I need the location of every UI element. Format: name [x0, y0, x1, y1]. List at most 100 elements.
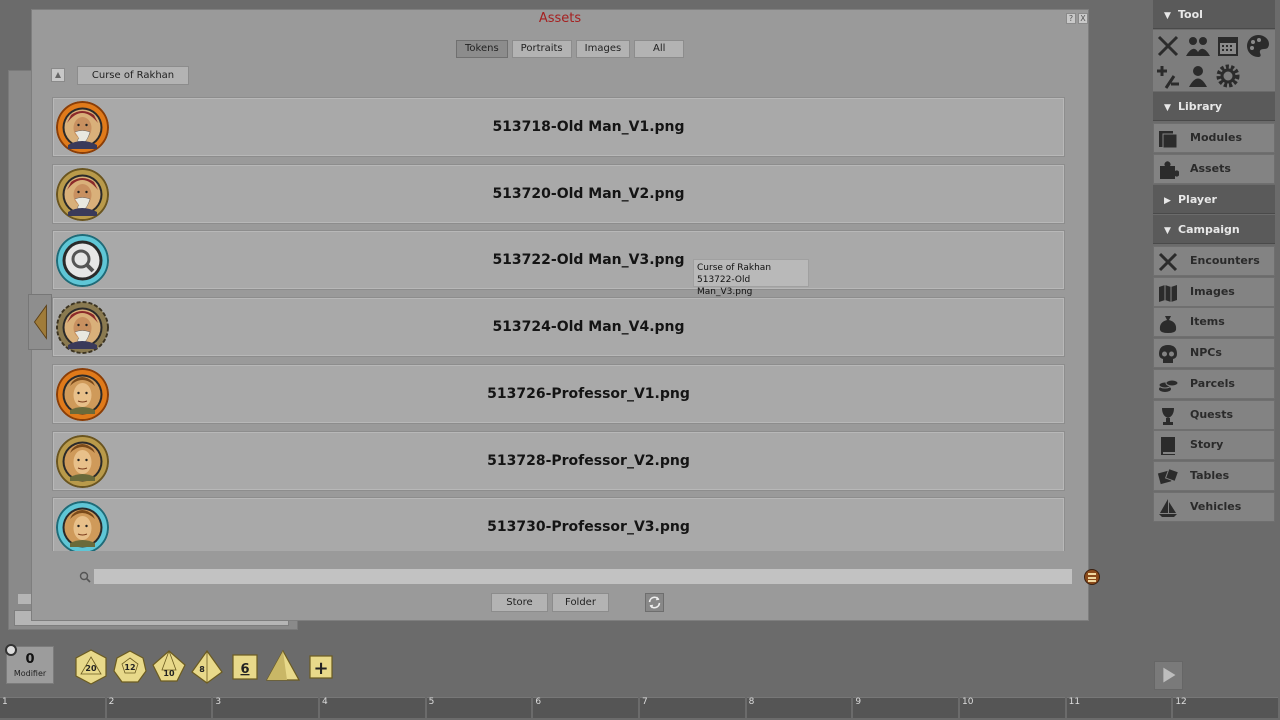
hotkey-number: 4 [322, 697, 328, 707]
gear-icon[interactable] [1214, 62, 1242, 90]
assets-window: Assets ? X Tokens Portraits Images All C… [31, 9, 1100, 621]
sidebar-item-assets[interactable]: Assets [1153, 154, 1275, 184]
sidebar-item-items[interactable]: Items [1153, 307, 1275, 338]
folder-button[interactable]: Folder [552, 593, 609, 612]
hotkey-slot[interactable]: 4 [320, 697, 425, 718]
character-icon[interactable] [1184, 62, 1212, 90]
asset-row[interactable]: 513722-Old Man_V3.png [52, 230, 1065, 291]
coins-icon [1158, 379, 1179, 392]
campaign-header[interactable]: ▼ Campaign [1153, 215, 1275, 244]
d8-die[interactable]: 8 [188, 648, 226, 686]
tool-header[interactable]: ▼ Tool [1153, 0, 1275, 29]
play-button[interactable] [1154, 661, 1183, 690]
modifier-settings-icon[interactable] [5, 644, 17, 656]
palette-icon[interactable] [1244, 32, 1272, 60]
window-title: Assets [538, 11, 582, 26]
list-menu-icon[interactable] [1084, 569, 1100, 585]
d10-die[interactable]: 10 [150, 648, 188, 686]
sidebar-item-label: Quests [1190, 407, 1233, 421]
hotkey-number: 11 [1068, 697, 1081, 707]
search-icon [79, 571, 91, 583]
plus-minus-icon[interactable] [1154, 62, 1182, 90]
sidebar-item-parcels[interactable]: Parcels [1153, 368, 1275, 399]
chevron-right-icon: ▶ [1164, 196, 1171, 206]
asset-row[interactable]: 513726-Professor_V1.png [52, 363, 1065, 424]
sidebar-item-modules[interactable]: Modules [1153, 123, 1275, 153]
sidebar-item-label: Vehicles [1190, 499, 1242, 513]
close-button[interactable]: X [1078, 13, 1088, 24]
sidebar-item-label: Parcels [1190, 376, 1235, 390]
asset-row[interactable]: 513728-Professor_V2.png [52, 430, 1065, 491]
party-icon[interactable] [1184, 32, 1212, 60]
sidebar-item-npcs[interactable]: NPCs [1153, 338, 1275, 369]
hotkey-slot[interactable]: 8 [746, 697, 852, 718]
tab-images[interactable]: Images [575, 40, 631, 58]
chevron-down-icon: ▼ [1164, 226, 1171, 236]
tooltip-folder: Curse of Rakhan [697, 263, 772, 273]
add-die-button[interactable]: + [302, 648, 340, 686]
asset-tooltip: Curse of Rakhan 513722-Old Man_V3.png [693, 259, 809, 297]
hotkey-slot[interactable]: 2 [106, 697, 212, 718]
sidebar-item-label: Story [1190, 438, 1224, 452]
asset-row[interactable]: 513718-Old Man_V1.png [52, 97, 1065, 157]
svg-text:20: 20 [85, 664, 97, 673]
asset-name: 513728-Professor_V2.png [487, 452, 690, 469]
refresh-icon [648, 596, 661, 609]
folder-up-button[interactable] [51, 68, 65, 82]
store-button[interactable]: Store [491, 593, 548, 612]
library-header[interactable]: ▼ Library [1153, 92, 1275, 121]
sidebar-item-tables[interactable]: Tables [1153, 460, 1275, 491]
svg-text:+: + [313, 658, 328, 679]
hotkey-slot[interactable]: 3 [213, 697, 318, 718]
calendar-icon[interactable] [1214, 32, 1242, 60]
d20-die[interactable]: 20 [72, 648, 110, 686]
sidebar-item-vehicles[interactable]: Vehicles [1153, 491, 1275, 522]
hotkey-slot[interactable]: 11 [1066, 697, 1172, 718]
asset-name: 513718-Old Man_V1.png [492, 119, 685, 135]
asset-row[interactable]: 513730-Professor_V3.png [52, 497, 1065, 551]
d4-die[interactable] [264, 648, 302, 686]
asset-row[interactable]: 513720-Old Man_V2.png [52, 163, 1065, 224]
right-sidebar: ▼ Tool ▼ Library Modules Assets ▶ Player ▼ C… [1153, 0, 1275, 525]
hotkey-slot[interactable]: 12 [1173, 697, 1278, 718]
side-panel-toggle[interactable] [28, 294, 52, 350]
tab-all[interactable]: All [634, 40, 685, 58]
asset-row[interactable]: 513724-Old Man_V4.png [52, 297, 1065, 358]
folder-breadcrumb[interactable]: Curse of Rakhan [77, 66, 189, 85]
professor-token [56, 501, 109, 551]
help-button[interactable]: ? [1066, 13, 1076, 24]
search-input[interactable] [93, 568, 1073, 585]
sidebar-item-story[interactable]: Story [1153, 430, 1275, 461]
ship-icon [1159, 498, 1177, 517]
hotkey-number: 12 [1175, 697, 1187, 707]
puzzle-icon [1160, 161, 1179, 179]
modules-icon [1159, 131, 1178, 149]
refresh-button[interactable] [645, 593, 664, 612]
d12-die[interactable]: 12 [111, 648, 149, 686]
hotkey-slot[interactable]: 7 [640, 697, 745, 718]
sidebar-item-quests[interactable]: Quests [1153, 399, 1275, 430]
hotkey-number: 2 [108, 697, 115, 707]
tab-portraits[interactable]: Portraits [511, 40, 572, 58]
map-icon [1159, 284, 1177, 302]
magnifier-token [56, 234, 109, 288]
sidebar-item-encounters[interactable]: Encounters [1153, 246, 1275, 276]
hotkey-slot[interactable]: 6 [533, 697, 638, 718]
asset-name: 513724-Old Man_V4.png [492, 319, 685, 336]
professor-token [56, 367, 109, 421]
crossed-swords-icon[interactable] [1154, 32, 1182, 60]
asset-type-tabs: Tokens Portraits Images All [456, 40, 685, 58]
player-header[interactable]: ▶ Player [1153, 185, 1275, 214]
hotkey-slot[interactable]: 1 [0, 697, 105, 718]
tab-tokens[interactable]: Tokens [456, 40, 508, 58]
tooltip-file: 513722-Old Man_V3.png [697, 275, 753, 297]
old-man-token [56, 301, 109, 355]
svg-text:10: 10 [163, 669, 175, 678]
hotkey-slot[interactable]: 5 [426, 697, 532, 718]
hotkey-slot[interactable]: 9 [853, 697, 958, 718]
d6-die[interactable]: 6 [226, 648, 264, 686]
asset-list: 513718-Old Man_V1.png 513720-Old Man_V2.p… [52, 97, 1066, 551]
sidebar-item-images[interactable]: Images [1153, 276, 1275, 307]
hotkey-slot[interactable]: 10 [960, 697, 1065, 718]
hotkey-number: 8 [748, 697, 755, 707]
